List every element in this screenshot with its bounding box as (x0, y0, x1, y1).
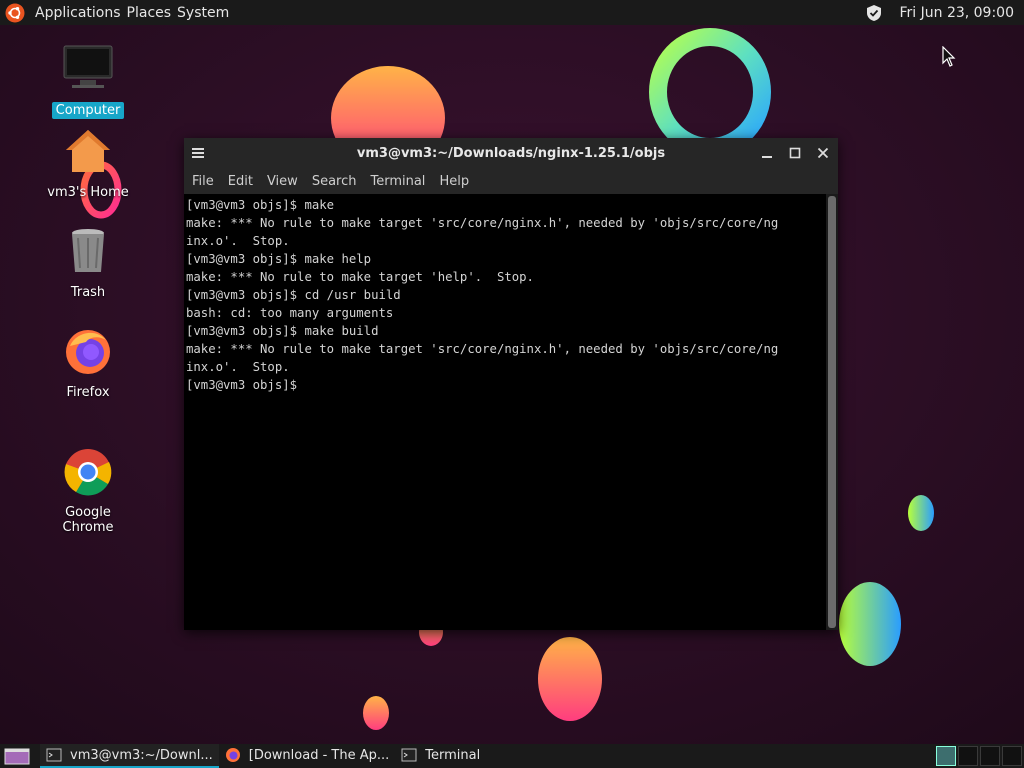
scrollbar-thumb[interactable] (828, 196, 836, 628)
terminal-menubar: File Edit View Search Terminal Help (184, 168, 838, 194)
terminal-prompt-line: [vm3@vm3 objs]$ (186, 378, 298, 392)
terminal-line: [vm3@vm3 objs]$ make build (186, 324, 379, 338)
minimize-icon (762, 156, 772, 158)
maximize-icon (789, 147, 801, 159)
bottom-panel: vm3@vm3:~/Downl... [Download - The Ap...… (0, 744, 1024, 768)
terminal-line: inx.o'. Stop. (186, 360, 290, 374)
terminal-line: make: *** No rule to make target 'src/co… (186, 342, 779, 356)
menu-search[interactable]: Search (312, 174, 357, 189)
taskbar-item-firefox[interactable]: [Download - The Ap... (219, 744, 396, 768)
hamburger-menu-icon[interactable] (192, 147, 206, 159)
desktop-icon-label: Trash (70, 285, 106, 300)
chrome-icon (64, 449, 112, 496)
menu-view[interactable]: View (267, 174, 298, 189)
minimize-button[interactable] (756, 142, 778, 164)
terminal-line: [vm3@vm3 objs]$ cd /usr build (186, 288, 401, 302)
terminal-scrollbar[interactable] (826, 194, 838, 630)
mouse-cursor-icon (942, 46, 956, 67)
terminal-titlebar[interactable]: vm3@vm3:~/Downloads/nginx-1.25.1/objs (184, 138, 838, 168)
places-menu[interactable]: Places (127, 5, 172, 21)
taskbar-item-terminal-window[interactable]: vm3@vm3:~/Downl... (40, 744, 219, 768)
terminal-window[interactable]: vm3@vm3:~/Downloads/nginx-1.25.1/objs Fi… (184, 138, 838, 630)
menu-terminal[interactable]: Terminal (370, 174, 425, 189)
desktop-icon-label: Computer (51, 102, 125, 119)
terminal-output[interactable]: [vm3@vm3 objs]$ make make: *** No rule to… (184, 194, 826, 630)
home-folder-icon (66, 130, 110, 172)
workspace-1[interactable] (936, 746, 956, 766)
maximize-button[interactable] (784, 142, 806, 164)
terminal-line: bash: cd: too many arguments (186, 306, 394, 320)
desktop-icon-computer[interactable]: Computer (38, 44, 138, 119)
firefox-icon (66, 330, 110, 374)
applications-menu[interactable]: Applications (35, 5, 121, 21)
taskbar-item-terminal[interactable]: Terminal (395, 744, 486, 768)
desktop-icon-label: Firefox (66, 385, 110, 400)
taskbar-item-label: vm3@vm3:~/Downl... (70, 747, 213, 763)
terminal-icon (401, 748, 417, 762)
terminal-line: [vm3@vm3 objs]$ make (186, 198, 335, 212)
ubuntu-logo-icon[interactable] (5, 3, 25, 23)
window-title: vm3@vm3:~/Downloads/nginx-1.25.1/objs (356, 145, 666, 161)
desktop-icon-chrome[interactable]: Google Chrome (38, 446, 138, 536)
workspace-2[interactable] (958, 746, 978, 766)
terminal-line: make: *** No rule to make target 'src/co… (186, 216, 779, 230)
desktop-icon-firefox[interactable]: Firefox (38, 326, 138, 401)
desktop-icon-label: Google Chrome (62, 505, 114, 535)
taskbar-item-label: [Download - The Ap... (248, 747, 390, 763)
taskbar-item-label: Terminal (425, 747, 481, 763)
menu-file[interactable]: File (192, 174, 214, 189)
firefox-icon (225, 748, 240, 762)
close-icon (817, 147, 829, 159)
shield-icon[interactable] (865, 4, 883, 22)
workspace-4[interactable] (1002, 746, 1022, 766)
terminal-line: inx.o'. Stop. (186, 234, 290, 248)
desktop-icon-label: vm3's Home (47, 185, 129, 200)
computer-icon (63, 45, 113, 88)
menu-help[interactable]: Help (439, 174, 469, 189)
workspace-switcher (936, 746, 1022, 766)
trash-icon (72, 229, 104, 272)
desktop-icon-trash[interactable]: Trash (38, 226, 138, 301)
system-menu[interactable]: System (177, 5, 229, 21)
clock[interactable]: Fri Jun 23, 09:00 (899, 5, 1014, 21)
desktop-icon-home[interactable]: vm3's Home (38, 126, 138, 201)
top-panel: Applications Places System Fri Jun 23, 0… (0, 0, 1024, 25)
close-button[interactable] (812, 142, 834, 164)
terminal-line: [vm3@vm3 objs]$ make help (186, 252, 372, 266)
terminal-line: make: *** No rule to make target 'help'.… (186, 270, 534, 284)
menu-edit[interactable]: Edit (228, 174, 253, 189)
show-desktop-icon[interactable] (4, 747, 30, 765)
workspace-3[interactable] (980, 746, 1000, 766)
terminal-icon (46, 748, 62, 762)
